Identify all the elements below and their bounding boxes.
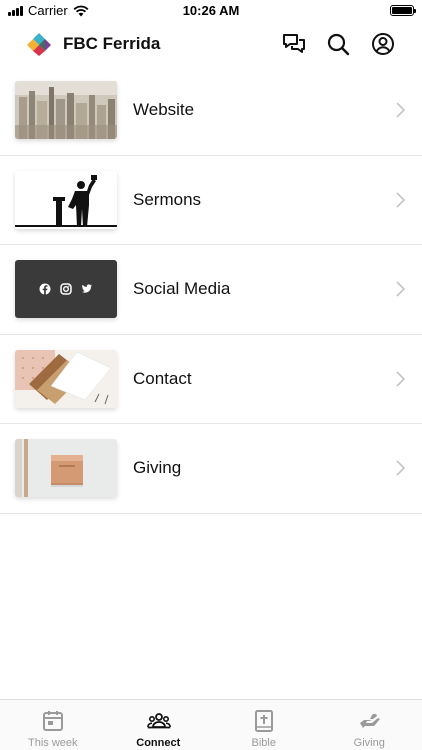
social-icons-tile [15,260,117,318]
bible-icon [255,710,273,732]
connect-list: Website Sermons Social Media Contact Giv… [0,66,422,514]
tab-label: Bible [251,737,276,749]
app-header: FBC Ferrida [0,22,422,66]
status-bar: Carrier 10:26 AM [0,0,422,22]
chat-icon[interactable] [281,31,307,57]
list-item-label: Sermons [133,189,202,209]
tab-bar: This week Connect Bible Giving [0,699,422,750]
preacher-silhouette [15,170,117,229]
wall-mailbox-photo [15,439,117,497]
list-item-website[interactable]: Website [0,66,422,156]
chevron-right-icon [396,460,405,476]
list-item-sermons[interactable]: Sermons [0,156,422,245]
church-logo [27,33,51,56]
chevron-right-icon [396,370,405,387]
city-skyline-photo [15,81,117,139]
tab-label: Connect [136,737,181,749]
list-item-label: Social Media [133,279,231,298]
tab-this-week[interactable]: This week [0,700,106,750]
tab-bible[interactable]: Bible [211,700,317,750]
list-item-contact[interactable]: Contact [0,335,422,424]
cards-desk-photo [15,349,117,408]
tab-connect[interactable]: Connect [106,700,212,750]
twitter-icon [81,284,92,293]
list-item-label: Website [133,100,195,119]
tab-label: This week [27,737,78,749]
calendar-icon [43,711,63,731]
chevron-right-icon [396,102,405,118]
list-item-label: Contact [133,368,192,388]
search-icon[interactable] [325,31,351,57]
tab-giving[interactable]: Giving [317,700,422,750]
giving-hand-icon [359,713,380,728]
app-title: FBC Ferrida [63,34,161,53]
battery-icon [390,5,416,16]
people-icon [146,713,171,729]
list-item-giving[interactable]: Giving [0,424,422,514]
profile-icon[interactable] [370,31,396,57]
chevron-right-icon [396,191,405,208]
list-item-social-media[interactable]: Social Media [0,245,422,335]
instagram-icon [60,283,72,295]
tab-label: Giving [353,737,385,749]
status-time: 10:26 AM [182,3,240,18]
facebook-icon [39,283,51,295]
chevron-right-icon [396,281,405,297]
list-item-label: Giving [133,458,182,477]
